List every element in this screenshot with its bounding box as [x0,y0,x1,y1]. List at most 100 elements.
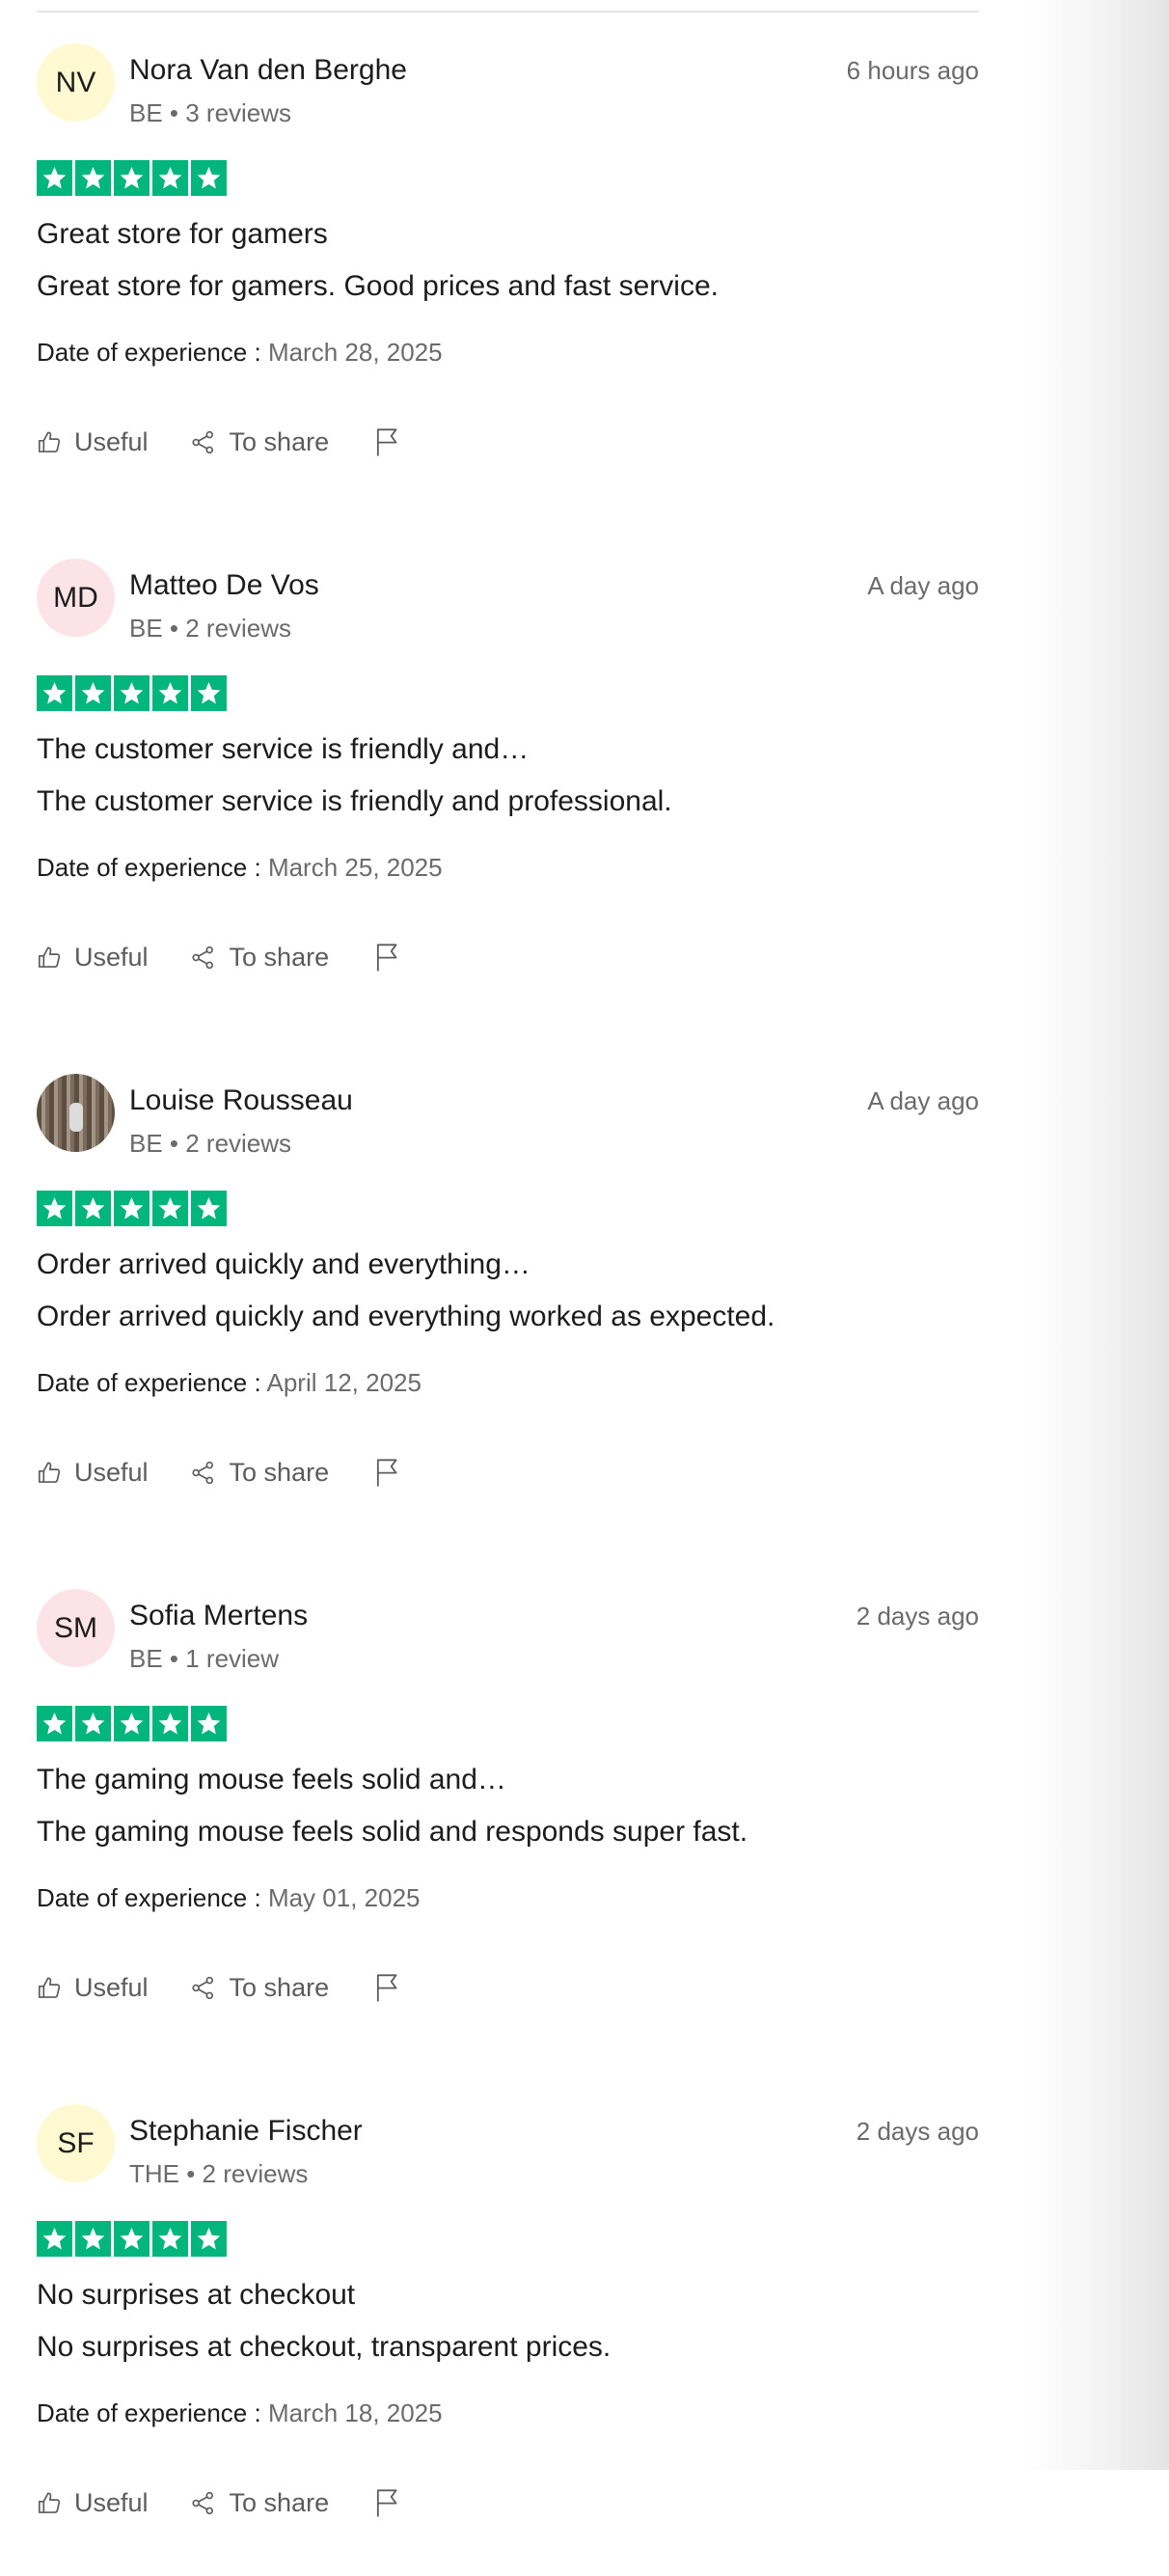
share-icon [190,1460,230,1486]
share-button[interactable]: To share [190,426,330,457]
star-icon [191,160,227,196]
useful-label: Useful [74,2487,149,2517]
star-icon [75,675,111,711]
share-button[interactable]: To share [190,1973,329,2003]
flag-icon [373,1972,401,2003]
useful-button[interactable]: Useful [37,427,149,457]
thumbs-up-icon [37,1460,74,1486]
useful-button[interactable]: Useful [37,1458,149,1488]
review-body: Order arrived quickly and everything wor… [37,1301,775,1332]
star-icon [191,675,227,711]
useful-button[interactable]: Useful [37,1973,149,2003]
review-title[interactable]: Order arrived quickly and everything… [37,1248,530,1281]
reviewer-meta: BE • 1 review [129,1644,280,1673]
avatar-initials: MD [53,581,98,614]
reviewer-meta: BE • 2 reviews [129,614,292,643]
star-rating [37,1706,227,1741]
star-icon [114,1191,150,1226]
review-body: Great store for gamers. Good prices and … [37,270,719,302]
review-title[interactable]: The gaming mouse feels solid and… [37,1764,506,1796]
date-of-experience-value: March 28, 2025 [267,338,443,367]
reviewer-meta: BE • 3 reviews [129,98,292,127]
avatar-photo-figure [69,1103,83,1132]
date-of-experience-value: March 25, 2025 [267,853,443,882]
star-icon [75,2221,111,2257]
star-icon [114,2221,150,2257]
review-time: A day ago [867,571,979,600]
review-body: The gaming mouse feels solid and respond… [37,1816,748,1848]
report-button[interactable] [373,2487,401,2518]
star-rating [37,1191,227,1226]
star-icon [152,1706,188,1741]
date-of-experience-label: Date of experience : [37,2398,261,2427]
date-of-experience-value: March 18, 2025 [267,2398,443,2427]
star-icon [37,2221,72,2257]
share-label: To share [229,942,330,972]
share-label: To share [229,1457,330,1487]
star-icon [37,1706,72,1741]
share-button[interactable]: To share [190,942,330,973]
star-rating [37,675,227,711]
review-actions: Useful To share [37,938,401,976]
date-of-experience: Date of experience : May 01, 2025 [37,1883,421,1913]
thumbs-up-icon [37,1975,74,2001]
star-icon [191,1191,227,1226]
reviewer-name[interactable]: Nora Van den Berghe [129,54,407,87]
star-icon [191,2221,227,2257]
star-icon [75,1191,111,1226]
review-title[interactable]: Great store for gamers [37,218,328,251]
review-actions: Useful To share [37,1453,401,1492]
useful-button[interactable]: Useful [37,2488,149,2518]
useful-button[interactable]: Useful [37,943,149,973]
flag-icon [373,426,401,457]
share-button[interactable]: To share [190,1457,330,1488]
report-button[interactable] [373,942,401,973]
flag-icon [373,1457,401,1488]
useful-label: Useful [74,426,149,456]
star-icon [114,160,150,196]
useful-label: Useful [74,942,149,972]
avatar: SF [37,2104,115,2182]
date-of-experience-value: April 12, 2025 [266,1368,421,1397]
star-icon [152,675,188,711]
review-title[interactable]: No surprises at checkout [37,2279,355,2312]
star-icon [75,1706,111,1741]
date-of-experience: Date of experience : April 12, 2025 [37,1368,421,1398]
review-actions: Useful To share [37,2483,401,2522]
review-title[interactable]: The customer service is friendly and… [37,733,529,766]
reviewer-meta: BE • 2 reviews [129,1129,292,1158]
star-icon [75,160,111,196]
review-card: MD Matteo De Vos BE • 2 reviews A day ag… [37,515,979,1030]
avatar: MD [37,559,115,637]
star-icon [37,1191,72,1226]
avatar-initials: SF [57,2126,95,2159]
review-body: No surprises at checkout, transparent pr… [37,2331,612,2363]
reviewer-name[interactable]: Louise Rousseau [129,1084,353,1117]
review-card: SM Sofia Mertens BE • 1 review 2 days ag… [37,1546,979,2061]
share-button[interactable]: To share [190,2488,329,2518]
useful-label: Useful [74,1972,149,2002]
report-button[interactable] [373,1457,401,1488]
share-label: To share [229,426,330,456]
review-actions: Useful To share [37,1968,401,2007]
flag-icon [373,942,401,973]
report-button[interactable] [373,1972,401,2003]
date-of-experience: Date of experience : March 28, 2025 [37,338,443,368]
star-icon [37,160,72,196]
review-card: NV Nora Van den Berghe BE • 3 reviews 6 … [37,0,979,515]
date-of-experience-label: Date of experience : [37,853,261,882]
star-icon [191,1706,227,1741]
right-edge-shadow [1024,0,1169,2470]
thumbs-up-icon [37,429,74,455]
review-time: 6 hours ago [846,56,979,85]
reviewer-name[interactable]: Matteo De Vos [129,569,319,602]
reviewer-name[interactable]: Sofia Mertens [129,1600,308,1632]
avatar-photo [37,1074,115,1152]
star-icon [152,1191,188,1226]
reviewer-name[interactable]: Stephanie Fischer [129,2115,363,2148]
star-icon [152,160,188,196]
report-button[interactable] [373,426,401,457]
date-of-experience-label: Date of experience : [37,338,261,367]
date-of-experience: Date of experience : March 25, 2025 [37,853,443,883]
reviewer-meta: THE • 2 reviews [129,2159,309,2188]
